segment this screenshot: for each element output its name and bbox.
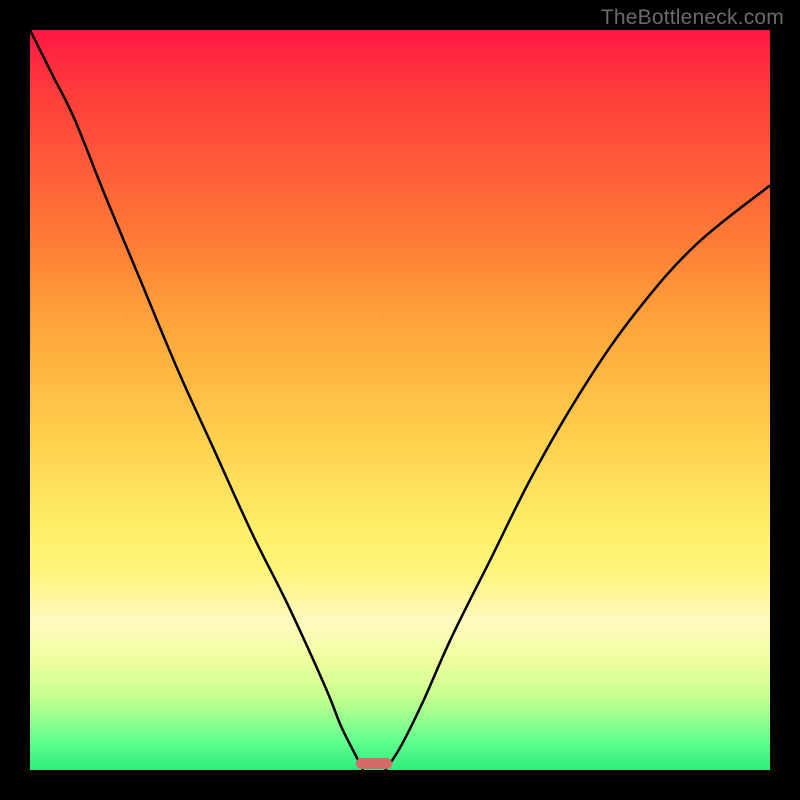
plot-area bbox=[30, 30, 770, 770]
left-curve bbox=[30, 30, 363, 770]
right-curve bbox=[385, 185, 770, 770]
watermark-text: TheBottleneck.com bbox=[601, 6, 784, 30]
chart-frame: TheBottleneck.com bbox=[0, 0, 800, 800]
bottleneck-marker bbox=[356, 758, 392, 769]
curves-layer bbox=[30, 30, 770, 770]
